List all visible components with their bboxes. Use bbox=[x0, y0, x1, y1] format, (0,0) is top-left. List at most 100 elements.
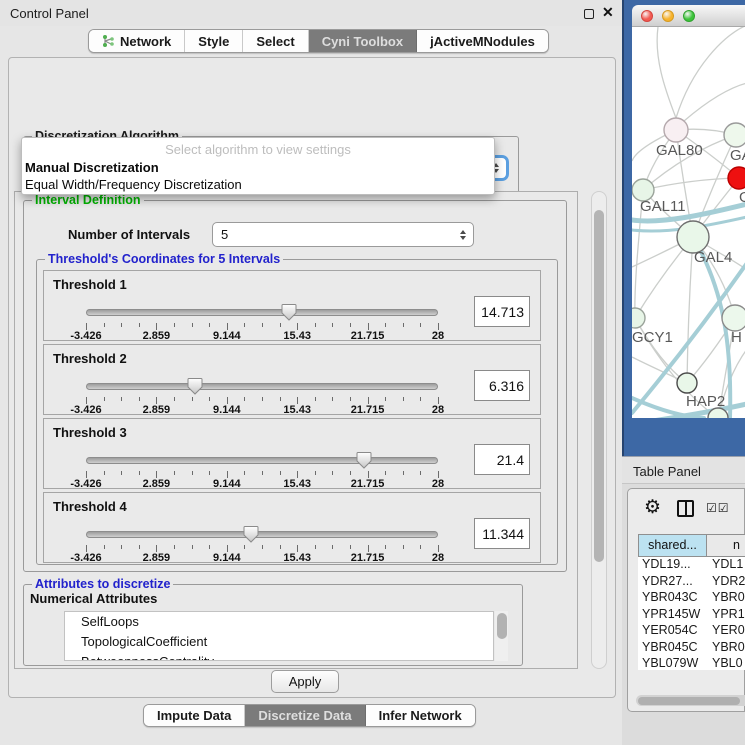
combo-stepper-icon bbox=[460, 230, 466, 240]
slider-tick bbox=[403, 471, 404, 475]
slider-track[interactable] bbox=[86, 383, 438, 390]
network-edge[interactable] bbox=[643, 178, 739, 190]
dropdown-option-manual[interactable]: Manual Discretization bbox=[25, 160, 159, 175]
numerical-attributes-label: Numerical Attributes bbox=[30, 591, 157, 606]
network-graph[interactable]: GAL80GAGGAL11GAL4GCY1HHAP2 bbox=[632, 27, 745, 418]
gear-icon[interactable]: ⚙ bbox=[644, 498, 661, 517]
column-header-name[interactable]: n bbox=[707, 535, 745, 556]
cyni-toolbox-panel: Discretization Algorithm Select algorith… bbox=[8, 57, 616, 698]
network-node[interactable] bbox=[728, 167, 745, 189]
slider-tick bbox=[121, 545, 122, 549]
network-window-titlebar[interactable] bbox=[632, 5, 745, 27]
threshold-slider[interactable]: -3.4262.8599.14415.4321.71528 bbox=[86, 523, 438, 561]
table-row[interactable]: YPR145WYPR1 bbox=[638, 607, 745, 624]
network-edge[interactable] bbox=[635, 318, 687, 383]
table-row[interactable]: YBR043CYBR0 bbox=[638, 590, 745, 607]
node-label-hap2: HAP2 bbox=[686, 393, 725, 410]
attribute-item[interactable]: SelfLoops bbox=[65, 612, 493, 632]
attribute-list[interactable]: SelfLoopsTopologicalCoefficientBetweenne… bbox=[64, 611, 494, 661]
slider-tick bbox=[315, 471, 316, 475]
network-node-gcy1[interactable] bbox=[632, 308, 645, 328]
attribute-item[interactable]: BetweennessCentrality bbox=[65, 652, 493, 661]
network-canvas[interactable]: GAL80GAGGAL11GAL4GCY1HHAP2 bbox=[632, 27, 745, 418]
network-edge[interactable] bbox=[684, 83, 745, 121]
tab-impute-data[interactable]: Impute Data bbox=[144, 705, 245, 726]
slider-tick bbox=[385, 471, 386, 475]
threshold-panel-1: Threshold 1-3.4262.8599.14415.4321.71528… bbox=[43, 270, 541, 341]
network-edge[interactable] bbox=[676, 27, 745, 118]
network-node[interactable] bbox=[724, 123, 745, 147]
slider-tick bbox=[139, 397, 140, 401]
tab-jactivemnodules[interactable]: jActiveMNodules bbox=[417, 30, 548, 52]
slider-thumb[interactable] bbox=[281, 303, 297, 321]
tab-cyni-toolbox[interactable]: Cyni Toolbox bbox=[309, 30, 417, 52]
tab-network[interactable]: Network bbox=[89, 30, 185, 52]
cell-shared-name: YDL19... bbox=[638, 557, 706, 574]
slider-tick bbox=[332, 397, 333, 401]
close-icon[interactable]: ✕ bbox=[602, 4, 614, 21]
cell-name: YBL0 bbox=[706, 656, 745, 670]
table-row[interactable]: YBR045CYBR0 bbox=[638, 640, 745, 657]
threshold-value-field[interactable]: 6.316 bbox=[474, 370, 530, 401]
slider-tick bbox=[86, 471, 87, 478]
tick-label: 21.715 bbox=[351, 330, 385, 342]
float-window-icon[interactable] bbox=[584, 9, 594, 19]
slider-tick bbox=[192, 397, 193, 401]
num-intervals-combo[interactable]: 5 bbox=[212, 222, 474, 247]
minimize-traffic-light[interactable] bbox=[662, 10, 674, 22]
table-row[interactable]: YDR27...YDR2 bbox=[638, 574, 745, 591]
table-panel-header: Table Panel bbox=[622, 456, 745, 484]
column-header-shared[interactable]: shared... bbox=[639, 535, 707, 556]
slider-tick bbox=[332, 545, 333, 549]
table-row[interactable]: YBL079WYBL0 bbox=[638, 656, 745, 670]
slider-thumb[interactable] bbox=[243, 525, 259, 543]
network-node-hap2[interactable] bbox=[677, 373, 697, 393]
network-edge[interactable] bbox=[687, 237, 693, 383]
tab-discretize-data[interactable]: Discretize Data bbox=[245, 705, 365, 726]
num-intervals-value: 5 bbox=[221, 227, 228, 242]
network-edge[interactable] bbox=[657, 27, 676, 118]
slider-track[interactable] bbox=[86, 309, 438, 316]
zoom-traffic-light[interactable] bbox=[683, 10, 695, 22]
panel-scrollbar[interactable] bbox=[591, 191, 607, 669]
dropdown-option-equal-width[interactable]: Equal Width/Frequency Discretization bbox=[25, 177, 242, 192]
slider-tick bbox=[174, 471, 175, 475]
tab-style[interactable]: Style bbox=[185, 30, 243, 52]
table-row[interactable]: YER054CYER0 bbox=[638, 623, 745, 640]
threshold-panel-4: Threshold 4-3.4262.8599.14415.4321.71528… bbox=[43, 492, 541, 563]
slider-tick bbox=[121, 471, 122, 475]
threshold-slider[interactable]: -3.4262.8599.14415.4321.71528 bbox=[86, 301, 438, 339]
threshold-value-field[interactable]: 14.713 bbox=[474, 296, 530, 327]
slider-tick bbox=[86, 397, 87, 404]
slider-tick bbox=[420, 471, 421, 475]
close-traffic-light[interactable] bbox=[641, 10, 653, 22]
slider-tick bbox=[280, 323, 281, 327]
node-label-gal4: GAL4 bbox=[694, 249, 732, 266]
table-hscrollbar[interactable] bbox=[636, 695, 745, 706]
slider-tick bbox=[104, 323, 105, 327]
tab-select[interactable]: Select bbox=[243, 30, 308, 52]
threshold-value-field[interactable]: 11.344 bbox=[474, 518, 530, 549]
slider-track[interactable] bbox=[86, 457, 438, 464]
checkboxes-icon[interactable]: ☑☑ bbox=[706, 501, 730, 515]
attribute-list-scrollbar[interactable] bbox=[495, 611, 508, 661]
scrollbar-thumb[interactable] bbox=[638, 697, 740, 705]
apply-button[interactable]: Apply bbox=[271, 670, 339, 693]
slider-thumb[interactable] bbox=[187, 377, 203, 395]
threshold-slider[interactable]: -3.4262.8599.14415.4321.71528 bbox=[86, 449, 438, 487]
slider-track[interactable] bbox=[86, 531, 438, 538]
threshold-panel-3: Threshold 3-3.4262.8599.14415.4321.71528… bbox=[43, 418, 541, 489]
num-intervals-label: Number of Intervals bbox=[68, 227, 190, 242]
scrollbar-thumb[interactable] bbox=[594, 210, 604, 562]
threshold-value-field[interactable]: 21.4 bbox=[474, 444, 530, 475]
split-columns-icon[interactable] bbox=[677, 500, 694, 517]
slider-thumb[interactable] bbox=[356, 451, 372, 469]
attribute-item[interactable]: TopologicalCoefficient bbox=[65, 632, 493, 652]
network-node-h[interactable] bbox=[722, 305, 745, 331]
node-table: shared... n YDL19...YDL1YDR27...YDR2YBR0… bbox=[638, 534, 745, 670]
slider-tick bbox=[280, 471, 281, 475]
network-node-gal80[interactable] bbox=[664, 118, 688, 142]
table-row[interactable]: YDL19...YDL1 bbox=[638, 557, 745, 574]
tab-infer-network[interactable]: Infer Network bbox=[366, 705, 475, 726]
threshold-slider[interactable]: -3.4262.8599.14415.4321.71528 bbox=[86, 375, 438, 413]
